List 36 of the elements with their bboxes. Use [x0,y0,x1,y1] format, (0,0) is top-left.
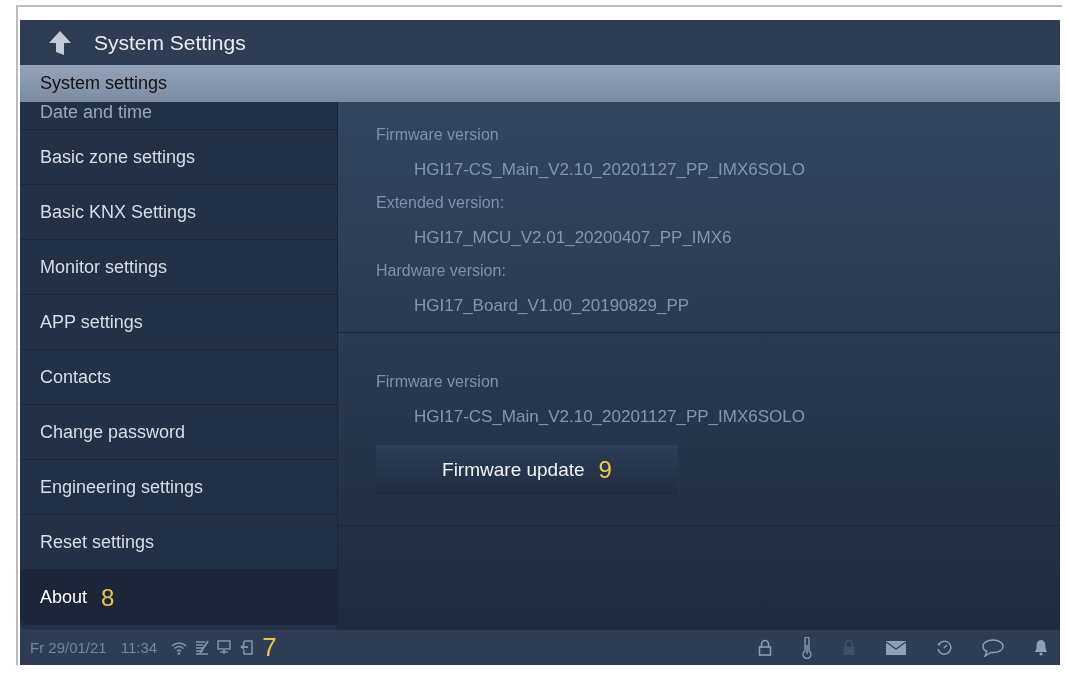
menu-item[interactable]: Monitor settings [20,240,337,295]
monitor-icon [217,640,232,655]
clock-icon[interactable] [936,639,952,656]
field-label: Extended version: [376,194,506,212]
callout-number: 9 [598,456,612,484]
menu-item[interactable]: About 8 [20,570,337,625]
field-value: HGI17_Board_V1.00_20190829_PP [413,296,691,316]
callout-number: 7 [262,632,277,663]
firmware-update-button[interactable]: Firmware update 9 [376,445,678,495]
menu-item[interactable]: Engineering settings [20,460,337,515]
menu-item[interactable]: Basic zone settings [20,130,337,185]
menu-item[interactable]: Contacts [20,350,337,405]
field-label: Hardware version: [376,262,507,280]
status-time: 11:34 [120,639,158,656]
status-date: Fr 29/01/21 [30,639,107,656]
striped-slash-icon [195,640,210,655]
field-label: Firmware version [376,373,500,391]
menu-item[interactable]: Date and time [20,102,337,130]
thermometer-icon[interactable] [802,636,812,659]
menu-item[interactable]: Change password [20,405,337,460]
menu-item[interactable]: APP settings [20,295,337,350]
screen-title: System Settings [94,30,246,55]
field-value: HGI17_MCU_V2.01_20200407_PP_IMX6 [413,228,733,248]
wifi-icon [171,640,188,655]
field-label: Firmware version [376,126,500,144]
section-title: System settings [40,73,168,94]
back-arrow-icon[interactable] [48,29,72,56]
menu-item[interactable]: Basic KNX Settings [20,185,337,240]
envelope-icon[interactable] [886,640,906,655]
door-arrow-icon [239,640,255,655]
field-value: HGI17-CS_Main_V2.10_20201127_PP_IMX6SOLO [413,160,806,180]
callout-number: 8 [101,583,115,612]
field-value: HGI17-CS_Main_V2.10_20201127_PP_IMX6SOLO [413,407,806,427]
bell-icon[interactable] [1034,639,1048,656]
chat-bubble-icon[interactable] [982,638,1004,657]
lock-icon[interactable] [758,639,772,656]
